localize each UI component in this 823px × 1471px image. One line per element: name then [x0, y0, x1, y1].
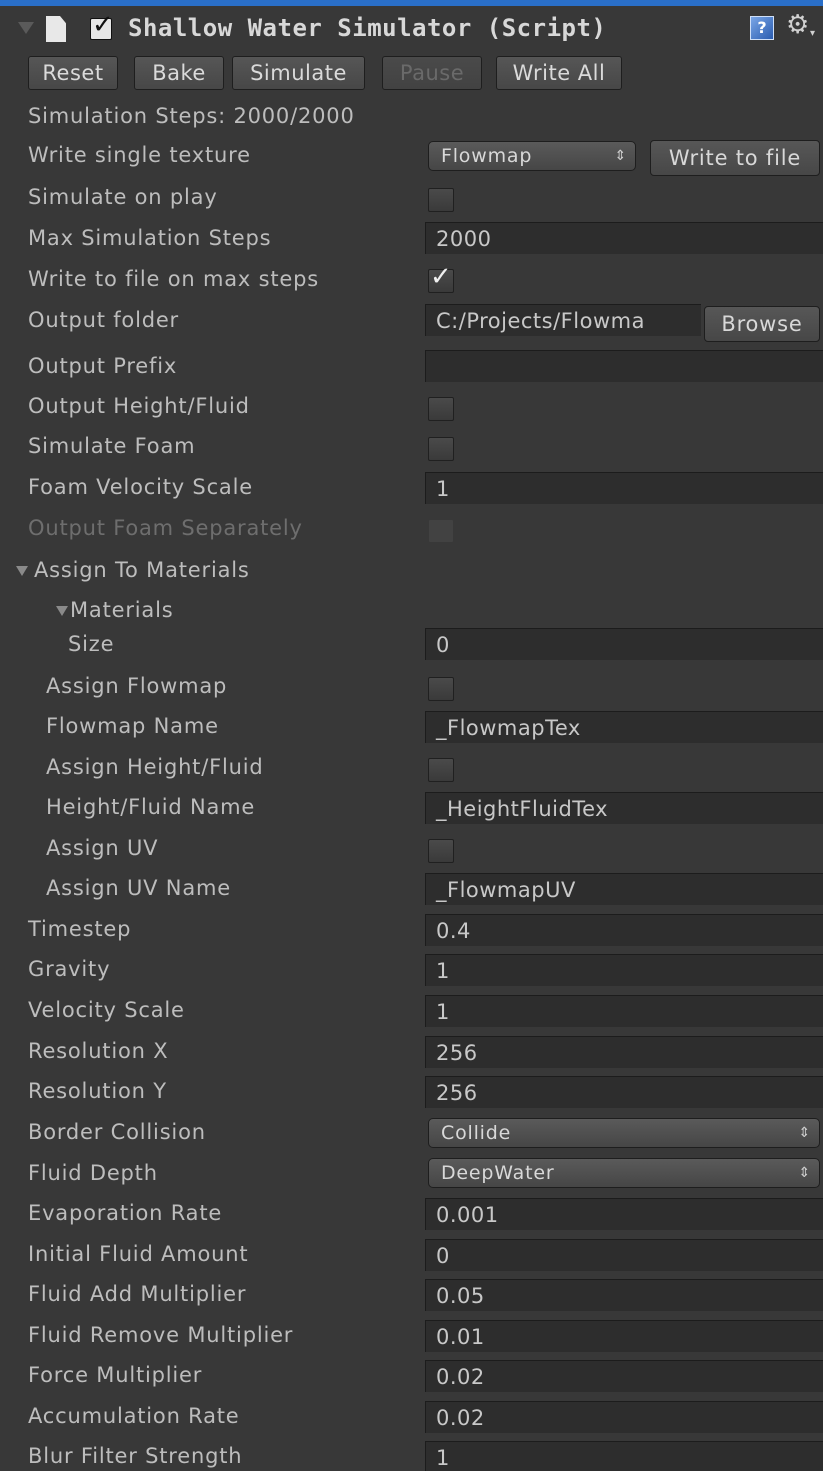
write-single-texture-label: Write single texture [28, 143, 251, 167]
output-foam-separately-checkbox [428, 519, 454, 543]
velocity-scale-field[interactable]: 1 [425, 995, 823, 1027]
check-icon: ✓ [92, 10, 114, 40]
border-collision-dropdown[interactable]: Collide ⇕ [428, 1118, 820, 1148]
simulate-foam-label: Simulate Foam [28, 434, 196, 458]
assign-to-materials-label[interactable]: Assign To Materials [34, 558, 250, 582]
enable-checkbox[interactable]: ✓ [90, 12, 114, 40]
foam-velocity-scale-field[interactable]: 1 [425, 472, 823, 504]
assign-uv-label: Assign UV [46, 836, 159, 860]
border-collision-label: Border Collision [28, 1120, 206, 1144]
accumulation-rate-field[interactable]: 0.02 [425, 1401, 823, 1433]
dropdown-arrows-icon: ⇕ [798, 1125, 811, 1141]
fluid-remove-multiplier-field[interactable]: 0.01 [425, 1320, 823, 1352]
flowmap-name-label: Flowmap Name [46, 714, 219, 738]
output-prefix-field[interactable] [425, 350, 823, 382]
blur-filter-strength-field[interactable]: 1 [425, 1441, 823, 1471]
resolution-y-label: Resolution Y [28, 1079, 167, 1103]
timestep-field[interactable]: 0.4 [425, 914, 823, 946]
help-icon[interactable]: ? [750, 16, 774, 40]
output-height-fluid-label: Output Height/Fluid [28, 394, 250, 418]
blur-filter-strength-label: Blur Filter Strength [28, 1444, 243, 1468]
fluid-depth-dropdown[interactable]: DeepWater ⇕ [428, 1158, 820, 1188]
accumulation-rate-label: Accumulation Rate [28, 1404, 240, 1428]
flowmap-name-field[interactable]: _FlowmapTex [425, 711, 823, 743]
pause-button[interactable]: Pause [382, 56, 482, 90]
velocity-scale-label: Velocity Scale [28, 998, 185, 1022]
resolution-x-field[interactable]: 256 [425, 1036, 823, 1068]
check-icon: ✓ [430, 262, 452, 292]
materials-label[interactable]: Materials [70, 598, 173, 622]
assign-uv-name-field[interactable]: _FlowmapUV [425, 873, 823, 905]
output-folder-field[interactable]: C:/Projects/Flowma [425, 304, 701, 336]
evaporation-rate-label: Evaporation Rate [28, 1201, 223, 1225]
simulate-on-play-label: Simulate on play [28, 185, 218, 209]
browse-button[interactable]: Browse [704, 306, 820, 342]
foldout-arrow-icon[interactable] [18, 22, 34, 34]
resolution-x-label: Resolution X [28, 1039, 169, 1063]
materials-size-label: Size [68, 632, 115, 656]
fluid-add-multiplier-field[interactable]: 0.05 [425, 1279, 823, 1311]
output-folder-label: Output folder [28, 308, 179, 332]
dropdown-arrows-icon: ⇕ [798, 1165, 811, 1181]
force-multiplier-field[interactable]: 0.02 [425, 1360, 823, 1392]
texture-type-value: Flowmap [441, 145, 533, 167]
gear-icon[interactable]: ⚙ [786, 12, 809, 38]
height-fluid-name-label: Height/Fluid Name [46, 795, 256, 819]
foam-velocity-scale-label: Foam Velocity Scale [28, 475, 253, 499]
assign-flowmap-checkbox[interactable] [428, 677, 454, 701]
write-on-max-steps-checkbox[interactable]: ✓ [428, 264, 454, 293]
materials-size-field[interactable]: 0 [425, 628, 823, 660]
output-foam-separately-label: Output Foam Separately [28, 516, 303, 540]
simulate-foam-checkbox[interactable] [428, 437, 454, 461]
fluid-add-multiplier-label: Fluid Add Multiplier [28, 1282, 247, 1306]
fluid-depth-label: Fluid Depth [28, 1161, 158, 1185]
max-simulation-steps-label: Max Simulation Steps [28, 226, 272, 250]
write-all-button[interactable]: Write All [496, 56, 622, 90]
assign-to-materials-foldout-icon[interactable] [16, 566, 28, 576]
initial-fluid-amount-field[interactable]: 0 [425, 1239, 823, 1271]
assign-uv-checkbox[interactable] [428, 839, 454, 863]
fluid-remove-multiplier-label: Fluid Remove Multiplier [28, 1323, 294, 1347]
height-fluid-name-field[interactable]: _HeightFluidTex [425, 792, 823, 824]
materials-foldout-icon[interactable] [56, 606, 68, 616]
simulate-on-play-checkbox[interactable] [428, 188, 454, 212]
force-multiplier-label: Force Multiplier [28, 1363, 203, 1387]
assign-uv-name-label: Assign UV Name [46, 876, 231, 900]
component-title: Shallow Water Simulator (Script) [128, 14, 607, 42]
component-header[interactable]: ✓ Shallow Water Simulator (Script) ? ⚙ ▾ [0, 6, 823, 50]
dropdown-arrows-icon: ⇕ [614, 148, 627, 164]
reset-button[interactable]: Reset [28, 56, 118, 90]
border-collision-value: Collide [441, 1122, 512, 1144]
evaporation-rate-field[interactable]: 0.001 [425, 1198, 823, 1230]
gravity-field[interactable]: 1 [425, 954, 823, 986]
simulation-steps-status: Simulation Steps: 2000/2000 [28, 104, 355, 128]
write-to-file-button[interactable]: Write to file [650, 140, 820, 176]
write-on-max-steps-label: Write to file on max steps [28, 267, 319, 291]
output-height-fluid-checkbox[interactable] [428, 397, 454, 421]
timestep-label: Timestep [28, 917, 132, 941]
fluid-depth-value: DeepWater [441, 1162, 555, 1184]
output-prefix-label: Output Prefix [28, 354, 178, 378]
assign-flowmap-label: Assign Flowmap [46, 674, 228, 698]
resolution-y-field[interactable]: 256 [425, 1076, 823, 1108]
gravity-label: Gravity [28, 957, 111, 981]
assign-height-fluid-label: Assign Height/Fluid [46, 755, 264, 779]
initial-fluid-amount-label: Initial Fluid Amount [28, 1242, 249, 1266]
bake-button[interactable]: Bake [134, 56, 224, 90]
chevron-down-icon: ▾ [810, 28, 816, 39]
script-document-icon [46, 16, 66, 42]
texture-type-dropdown[interactable]: Flowmap ⇕ [428, 141, 636, 171]
simulate-button[interactable]: Simulate [232, 56, 365, 90]
assign-height-fluid-checkbox[interactable] [428, 758, 454, 782]
max-simulation-steps-field[interactable]: 2000 [425, 222, 823, 254]
